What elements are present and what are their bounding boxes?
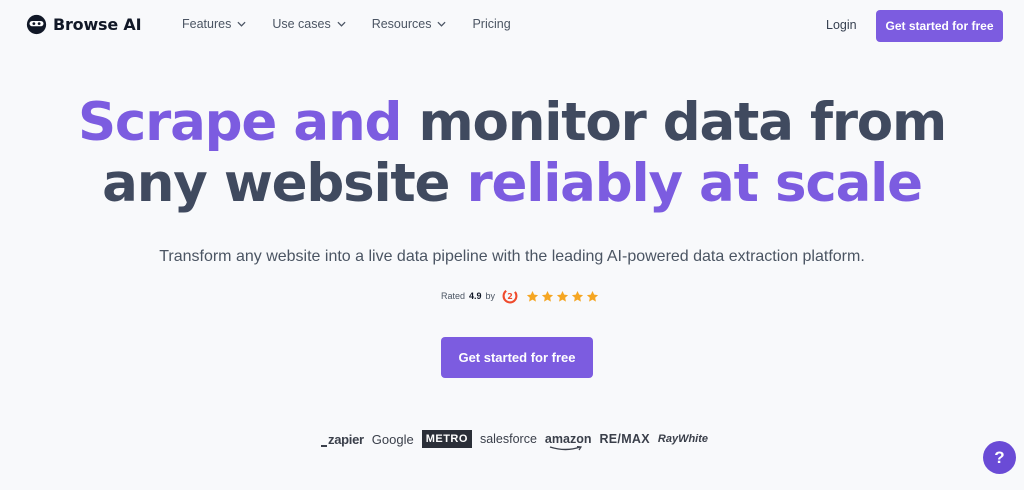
brand-link[interactable]: Browse AI <box>26 14 142 35</box>
brand-name: Browse AI <box>53 15 142 34</box>
customer-logos: zapier Google METRO salesforce amazon RE… <box>321 430 716 451</box>
remax-logo: RE/MAX <box>599 432 650 446</box>
zapier-logo-text: zapier <box>328 431 364 447</box>
star-icon <box>586 290 599 302</box>
menu-item-pricing[interactable]: Pricing <box>472 17 510 31</box>
ninja-robot-logo-icon <box>26 14 47 35</box>
menu-item-use-cases[interactable]: Use cases <box>272 17 346 31</box>
headline-text: monitor data from <box>418 92 947 153</box>
menu-item-label: Features <box>182 17 232 31</box>
menu-item-features[interactable]: Features <box>182 17 246 31</box>
star-icon <box>541 290 554 302</box>
amazon-logo: amazon <box>544 432 592 451</box>
star-icon <box>571 290 584 302</box>
menu-item-label: Resources <box>371 17 432 31</box>
metro-logo: METRO <box>421 430 472 448</box>
amazon-logo-text: amazon <box>544 432 592 446</box>
headline-highlight: reliably at scale <box>466 153 923 214</box>
google-logo: Google <box>371 431 414 447</box>
rating-suffix: by <box>485 291 496 301</box>
zapier-dash-icon <box>321 444 327 447</box>
star-rating <box>526 290 599 303</box>
rating-badge: Rated 4.9 by 2 <box>441 288 599 304</box>
chevron-down-icon <box>337 21 346 27</box>
chevron-down-icon <box>437 21 446 27</box>
menu-item-label: Use cases <box>272 17 331 31</box>
rating-value: 4.9 <box>469 291 482 301</box>
headline-highlight: Scrape and <box>77 92 402 153</box>
star-icon <box>556 290 569 302</box>
top-nav: Browse AI Features Use cases Resources P… <box>0 0 1024 52</box>
hero-headline: Scrape and monitor data from any website… <box>0 92 1024 214</box>
headline-line-1: Scrape and monitor data from <box>0 92 1024 153</box>
salesforce-logo: salesforce <box>479 432 537 446</box>
amazon-smile-icon <box>549 446 582 451</box>
g2-icon: 2 <box>502 288 518 304</box>
nav-get-started-button[interactable]: Get started for free <box>876 10 1003 42</box>
rating-prefix: Rated <box>441 291 466 301</box>
hero-subtitle: Transform any website into a live data p… <box>159 248 865 265</box>
star-icon <box>526 290 539 302</box>
headline-text: any website <box>102 153 450 214</box>
headline-line-2: any website reliably at scale <box>0 153 1024 214</box>
help-button[interactable]: ? <box>983 441 1016 474</box>
main-menu: Features Use cases Resources Pricing <box>182 17 537 31</box>
menu-item-label: Pricing <box>472 17 511 31</box>
raywhite-logo: RayWhite <box>657 433 709 445</box>
chevron-down-icon <box>237 21 246 27</box>
menu-item-resources[interactable]: Resources <box>372 17 447 31</box>
hero-get-started-button[interactable]: Get started for free <box>441 337 593 378</box>
help-icon: ? <box>994 447 1005 467</box>
zapier-logo: zapier <box>321 432 364 447</box>
login-link[interactable]: Login <box>826 18 857 32</box>
svg-text:2: 2 <box>507 292 513 301</box>
